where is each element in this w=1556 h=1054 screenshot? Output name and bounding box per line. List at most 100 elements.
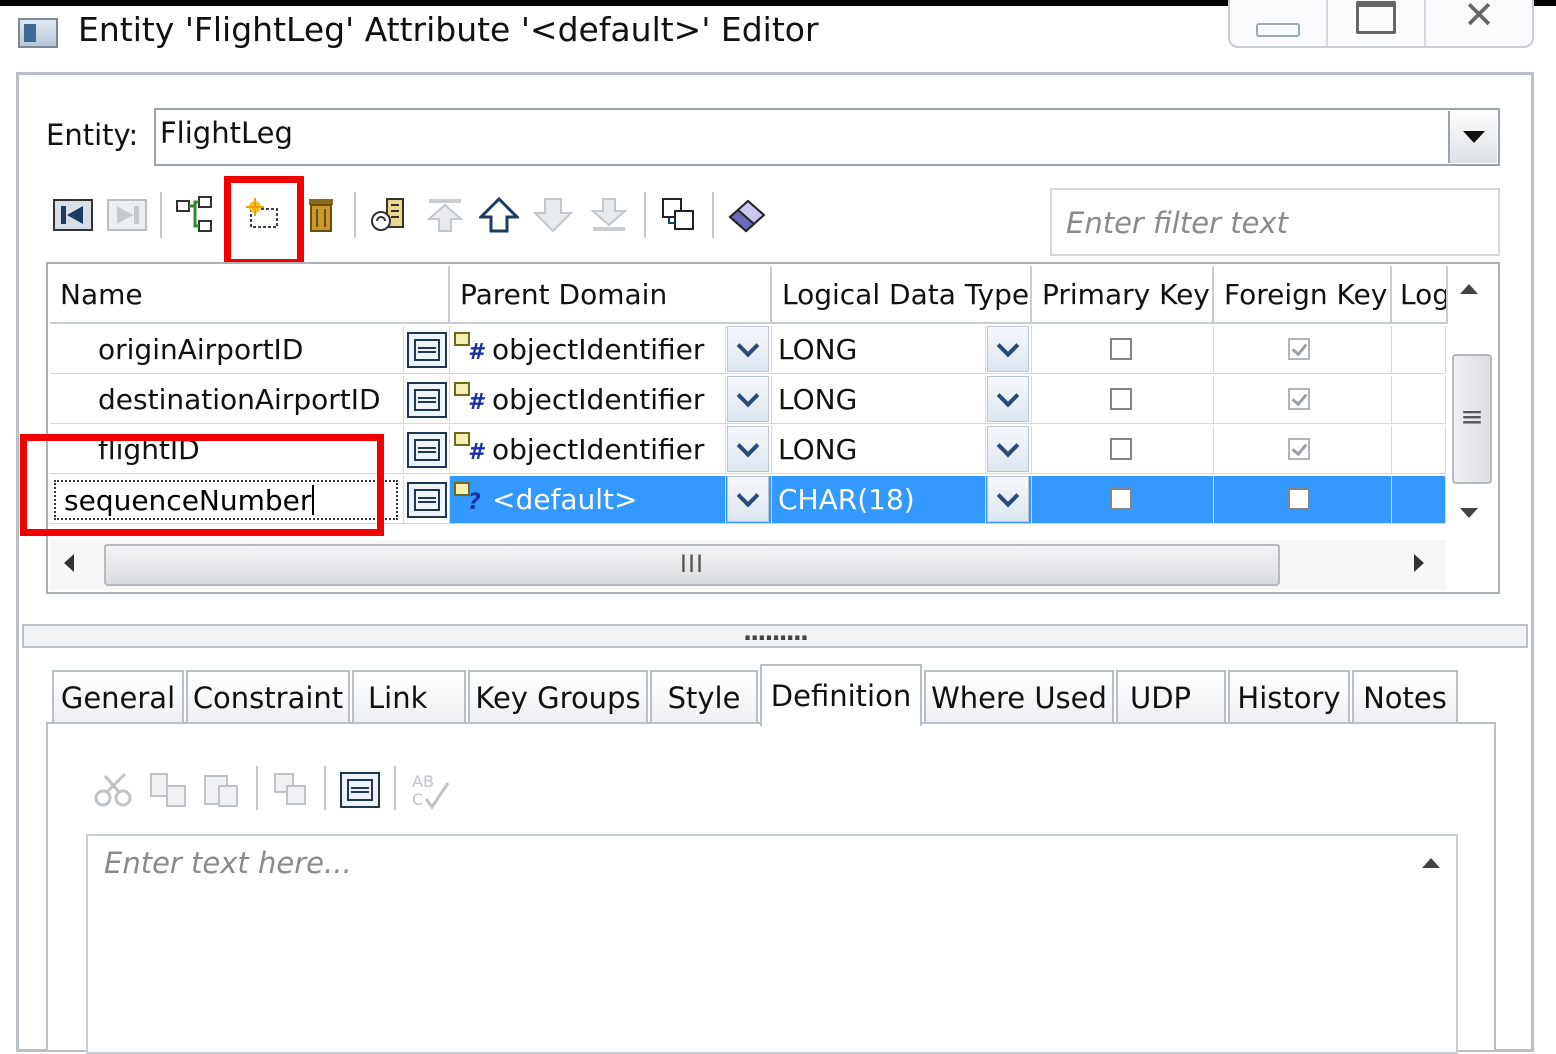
migrate-button[interactable] [368,194,410,236]
name-cell[interactable]: originAirportID [50,326,404,374]
definition-textarea[interactable]: Enter text here... [86,834,1458,1054]
foreign-key-checkbox[interactable] [1288,338,1310,360]
column-header-name[interactable]: Name [50,266,450,324]
foreign-key-cell [1214,326,1392,374]
paste-button[interactable] [200,768,244,812]
chevron-down-icon [996,434,1020,458]
panel-splitter[interactable]: ......... [22,618,1528,648]
domain-cell[interactable]: # objectIdentifier [450,376,726,424]
domain-icon: # [454,381,484,418]
domain-cell[interactable]: # objectIdentifier [450,326,726,374]
cut-button[interactable] [92,768,136,812]
primary-key-checkbox[interactable] [1110,488,1132,510]
domain-dropdown-button[interactable] [727,476,769,522]
type-dropdown-button[interactable] [987,326,1029,372]
type-dropdown-button[interactable] [987,426,1029,472]
type-cell[interactable]: CHAR(18) [772,476,986,524]
migrate-icon [371,198,404,231]
move-up-button[interactable] [478,194,520,236]
spellcheck-button[interactable]: AB C [408,768,452,812]
foreign-key-checkbox[interactable] [1288,488,1310,510]
expand-cell [404,326,450,374]
expand-icon[interactable] [407,332,447,368]
type-dropdown-button[interactable] [987,376,1029,422]
expand-icon[interactable] [407,482,447,518]
tab-where-used[interactable]: Where Used [924,670,1114,724]
column-header-log[interactable]: Log [1392,266,1448,324]
vertical-scroll-thumb[interactable]: ≡ [1452,354,1492,484]
foreign-key-checkbox[interactable] [1288,438,1310,460]
entity-combobox[interactable] [154,108,1500,166]
tab-general[interactable]: General [52,670,184,724]
scroll-up-button[interactable] [1422,858,1440,868]
scroll-down-button[interactable] [1460,508,1478,518]
copy-from-icon [274,773,306,805]
scroll-right-icon[interactable] [1414,554,1424,572]
type-cell[interactable]: LONG [772,326,986,374]
tab-link[interactable]: Link [352,670,466,724]
foreign-key-checkbox[interactable] [1288,388,1310,410]
eraser-button[interactable] [726,194,768,236]
tab-style[interactable]: Style [650,670,758,724]
move-down-button[interactable] [532,194,574,236]
last-button[interactable] [106,194,148,236]
log-cell [1392,426,1446,474]
filter-input[interactable] [1064,200,1488,246]
primary-key-checkbox[interactable] [1110,438,1132,460]
filter-box [1050,188,1500,256]
copy-text-button[interactable] [146,768,190,812]
type-cell[interactable]: LONG [772,426,986,474]
tab-notes[interactable]: Notes [1352,670,1458,724]
window-title: Entity 'FlightLeg' Attribute '<default>'… [78,10,819,49]
column-header-primary-key[interactable]: Primary Key [1032,266,1214,324]
expand-editor-button[interactable] [338,768,382,812]
chevron-down-icon [736,484,760,508]
scroll-up-button[interactable] [1460,284,1478,294]
primary-key-checkbox[interactable] [1110,338,1132,360]
table-row[interactable]: originAirportID # objectIdentifier LONG [50,326,1446,374]
horizontal-scroll-thumb[interactable]: III [104,544,1280,586]
minimize-button[interactable] [1230,0,1326,46]
close-button[interactable]: ✕ [1426,0,1532,46]
move-top-button[interactable] [424,194,466,236]
domain-cell[interactable]: ? <default> [450,476,726,524]
column-header-parent-domain[interactable]: Parent Domain [450,266,772,324]
domain-dropdown-cell [726,426,772,474]
expand-icon[interactable] [407,382,447,418]
domain-dropdown-button[interactable] [727,376,769,422]
first-button[interactable] [52,194,94,236]
maximize-button[interactable] [1326,0,1426,46]
type-dropdown-cell [986,376,1032,424]
tab-udp[interactable]: UDP [1116,670,1226,724]
column-header-foreign-key[interactable]: Foreign Key [1214,266,1392,324]
entity-dropdown-button[interactable] [1448,111,1497,163]
expand-icon[interactable] [407,432,447,468]
scroll-left-icon[interactable] [64,554,74,572]
scroll-grip: ≡ [1460,400,1484,433]
type-dropdown-cell [986,326,1032,374]
table-row[interactable]: destinationAirportID # objectIdentifier … [50,376,1446,424]
foreign-key-cell [1214,476,1392,524]
domain-dropdown-button[interactable] [727,326,769,372]
tab-key-groups[interactable]: Key Groups [468,670,648,724]
copy-from-button[interactable] [270,768,314,812]
toolbar-separator [354,192,356,238]
domain-dropdown-button[interactable] [727,426,769,472]
column-header-logical-data-type[interactable]: Logical Data Type [772,266,1032,324]
move-bottom-button[interactable] [588,194,630,236]
new-attribute-highlight [224,176,304,266]
definition-scrollbar[interactable] [1408,836,1454,1052]
hierarchy-button[interactable] [174,194,216,236]
domain-value: <default> [492,483,638,516]
copy-button[interactable] [658,194,700,236]
domain-cell[interactable]: # objectIdentifier [450,426,726,474]
tab-constraint[interactable]: Constraint [186,670,350,724]
type-cell[interactable]: LONG [772,376,986,424]
tab-history[interactable]: History [1228,670,1350,724]
tab-definition[interactable]: Definition [760,664,922,726]
name-cell[interactable]: destinationAirportID [50,376,404,424]
type-dropdown-button[interactable] [987,476,1029,522]
delete-button[interactable] [300,194,342,236]
primary-key-checkbox[interactable] [1110,388,1132,410]
toolbar-separator [324,766,326,810]
